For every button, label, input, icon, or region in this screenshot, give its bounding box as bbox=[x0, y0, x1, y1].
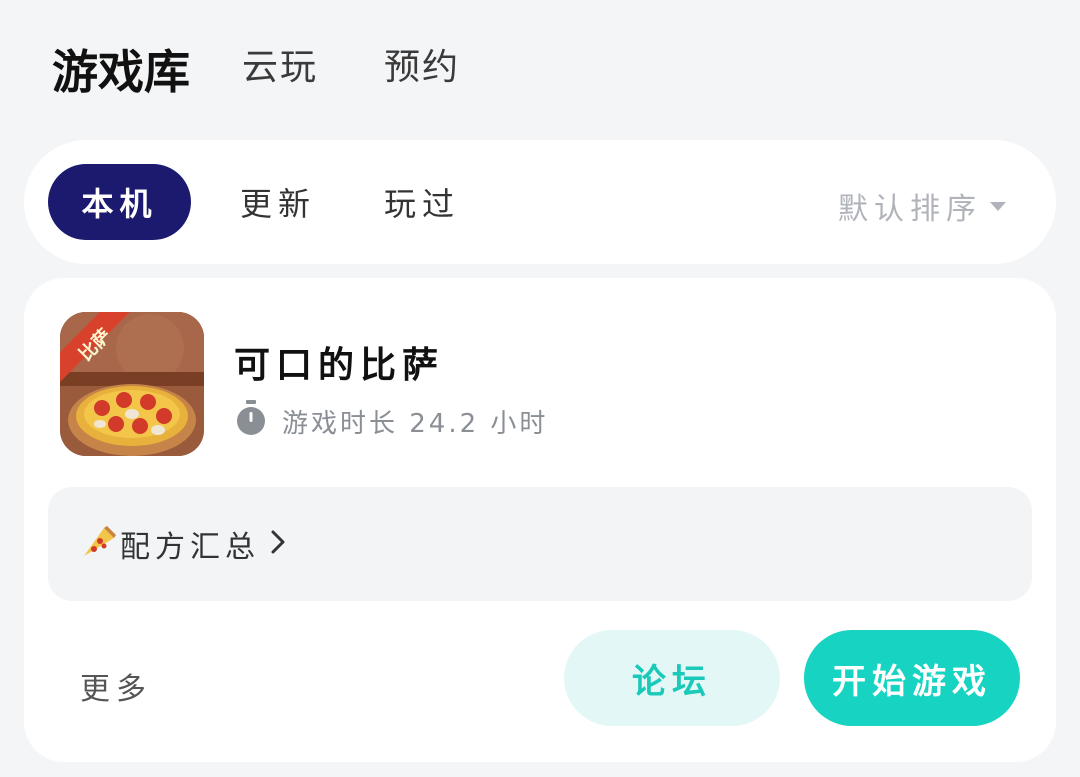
pizza-app-icon: 比萨 bbox=[60, 312, 204, 456]
top-tab-bar: 游戏库 云玩 预约 bbox=[48, 36, 526, 100]
filter-chip-played[interactable]: 玩过 bbox=[372, 164, 472, 240]
forum-button[interactable]: 论坛 bbox=[564, 630, 780, 726]
game-icon[interactable]: 比萨 bbox=[60, 312, 204, 456]
tab-cloud-play[interactable]: 云玩 bbox=[242, 36, 318, 100]
pizza-slice-icon bbox=[80, 524, 116, 564]
game-title: 可口的比萨 bbox=[234, 345, 445, 386]
chevron-right-icon bbox=[270, 529, 286, 559]
tab-reservations[interactable]: 预约 bbox=[384, 36, 460, 100]
tab-game-library[interactable]: 游戏库 bbox=[48, 44, 194, 100]
filter-bar: 本机 更新 玩过 默认排序 bbox=[24, 140, 1056, 264]
caret-down-icon bbox=[990, 201, 1006, 211]
filter-chip-updates[interactable]: 更新 bbox=[228, 164, 328, 240]
playtime-text: 游戏时长 24.2 小时 bbox=[282, 409, 549, 439]
filter-chip-local[interactable]: 本机 bbox=[48, 164, 191, 240]
sort-label: 默认排序 bbox=[838, 192, 982, 227]
recipe-summary-link[interactable]: 配方汇总 bbox=[48, 487, 1032, 601]
sort-dropdown[interactable]: 默认排序 bbox=[838, 184, 1006, 228]
recipe-summary-label: 配方汇总 bbox=[120, 530, 260, 565]
start-game-button[interactable]: 开始游戏 bbox=[804, 630, 1020, 726]
playtime-row: 游戏时长 24.2 小时 bbox=[234, 400, 548, 443]
game-card: 比萨 可口的比萨 游戏时长 24.2 小时 配方汇总 更多 论坛 开始游戏 bbox=[24, 278, 1056, 762]
game-library-screen: 游戏库 云玩 预约 本机 更新 玩过 默认排序 比萨 可口的比萨 游戏时长 24… bbox=[0, 0, 1080, 777]
stopwatch-icon bbox=[234, 400, 268, 443]
more-button[interactable]: 更多 bbox=[80, 664, 152, 708]
